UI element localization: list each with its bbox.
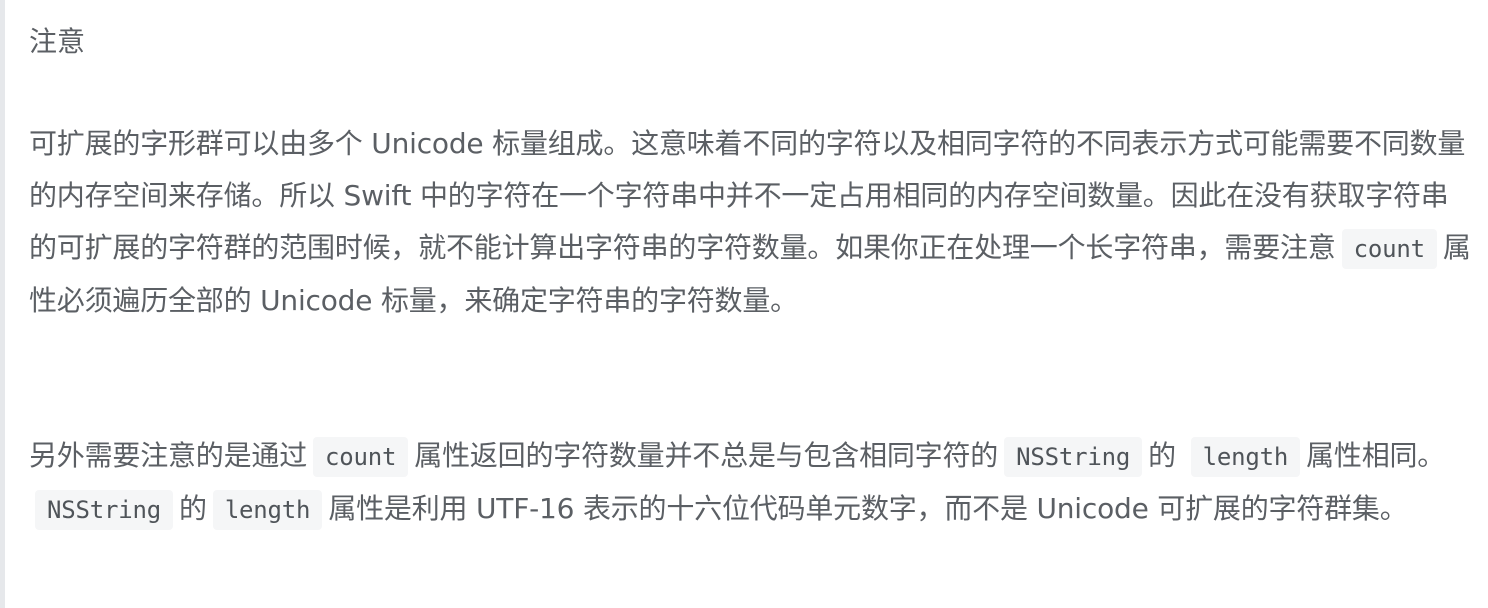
inline-code-count: count	[1341, 229, 1437, 269]
note-callout: 注意 可扩展的字形群可以由多个 Unicode 标量组成。这意味着不同的字符以及…	[0, 0, 1488, 608]
note-paragraph-1: 可扩展的字形群可以由多个 Unicode 标量组成。这意味着不同的字符以及相同字…	[29, 118, 1474, 327]
text-segment: 的	[179, 492, 207, 525]
text-segment: 另外需要注意的是通过	[29, 439, 308, 472]
text-segment: 的	[1148, 439, 1176, 472]
inline-code-count: count	[313, 437, 409, 477]
inline-code-length: length	[1190, 437, 1301, 477]
note-title: 注意	[29, 25, 86, 58]
text-segment: 属性相同。	[1306, 439, 1446, 472]
inline-code-nsstring: NSString	[35, 490, 173, 530]
note-paragraph-2: 另外需要注意的是通过 count 属性返回的字符数量并不总是与包含相同字符的 NSSt…	[29, 430, 1474, 536]
text-segment: 属性返回的字符数量并不总是与包含相同字符的	[414, 439, 999, 472]
inline-code-nsstring: NSString	[1004, 437, 1143, 477]
text-segment: 可扩展的字形群可以由多个 Unicode 标量组成。这意味着不同的字符以及相同字…	[29, 127, 1466, 264]
inline-code-length: length	[212, 490, 323, 530]
text-segment: 属性是利用 UTF-16 表示的十六位代码单元数字，而不是 Unicode 可扩…	[328, 492, 1408, 525]
